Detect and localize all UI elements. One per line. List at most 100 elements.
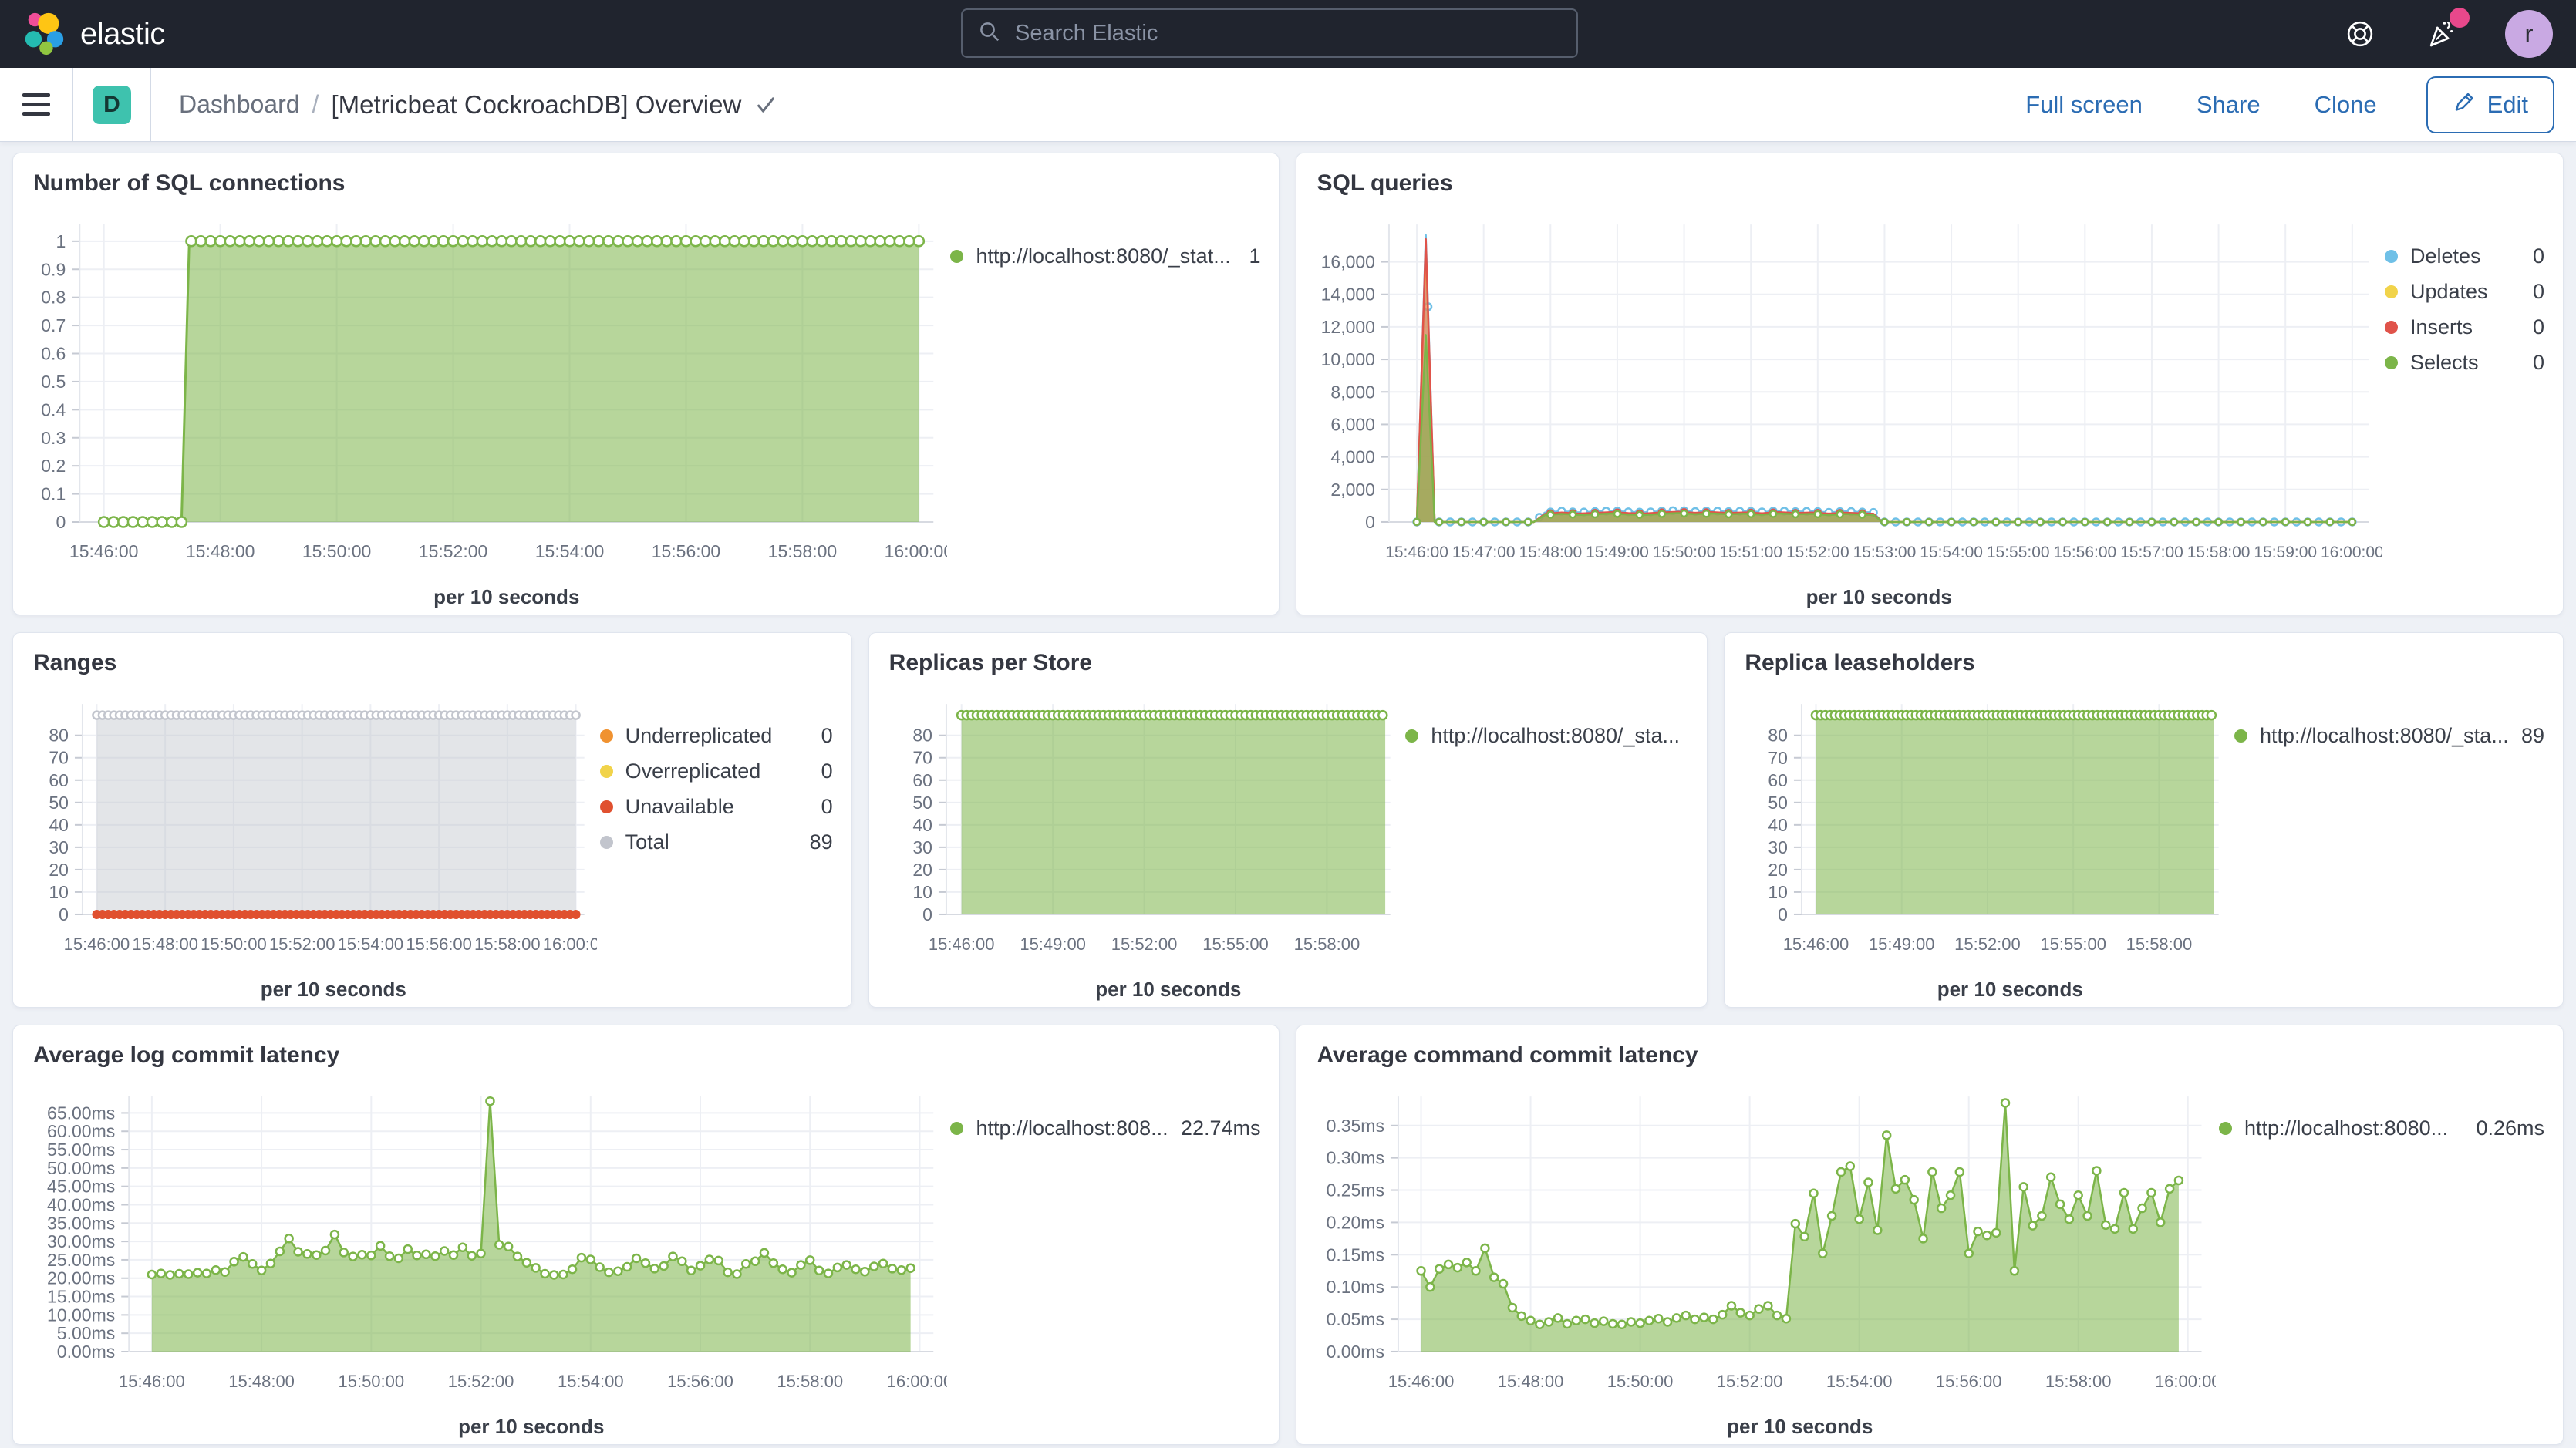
svg-text:15:51:00: 15:51:00 bbox=[1720, 544, 1783, 561]
svg-text:70: 70 bbox=[1768, 748, 1789, 768]
title-check-icon[interactable] bbox=[755, 94, 777, 116]
legend-dot-icon bbox=[600, 729, 613, 743]
legend-dot-icon bbox=[950, 1122, 963, 1135]
legend-label: Deletes bbox=[2410, 244, 2481, 268]
clone-button[interactable]: Clone bbox=[2310, 90, 2382, 120]
legend-dot-icon bbox=[2219, 1122, 2232, 1135]
svg-text:10: 10 bbox=[49, 882, 69, 902]
svg-text:15:50:00: 15:50:00 bbox=[339, 1372, 405, 1391]
replica-leaseholders-chart[interactable]: 15:46:0015:49:0015:52:0015:55:0015:58:00… bbox=[1725, 681, 2231, 1007]
svg-text:0.25ms: 0.25ms bbox=[1327, 1180, 1384, 1200]
svg-text:per 10 seconds: per 10 seconds bbox=[1806, 585, 1952, 608]
avg-log-commit-latency-chart[interactable]: 15:46:0015:48:0015:50:0015:52:0015:54:00… bbox=[13, 1073, 947, 1444]
panel-title: Replicas per Store bbox=[869, 633, 1708, 681]
svg-text:80: 80 bbox=[1768, 726, 1789, 746]
legend-value: 0 bbox=[2520, 315, 2544, 339]
svg-text:15:54:00: 15:54:00 bbox=[338, 934, 404, 954]
breadcrumb-separator: / bbox=[312, 90, 319, 119]
share-button[interactable]: Share bbox=[2192, 90, 2265, 120]
svg-text:15:54:00: 15:54:00 bbox=[1920, 544, 1984, 561]
svg-text:15:52:00: 15:52:00 bbox=[1111, 934, 1177, 954]
svg-text:55.00ms: 55.00ms bbox=[47, 1140, 115, 1160]
svg-text:15:52:00: 15:52:00 bbox=[448, 1372, 514, 1391]
legend-item[interactable]: http://localhost:8080/_sta...89 bbox=[2234, 718, 2544, 753]
legend-item[interactable]: Selects 0 bbox=[2385, 345, 2544, 380]
legend-dot-icon bbox=[2385, 321, 2398, 334]
cheer-news-icon[interactable] bbox=[2423, 15, 2460, 52]
legend-value: 0 bbox=[809, 759, 833, 783]
avg-command-commit-latency-chart[interactable]: 15:46:0015:48:0015:50:0015:52:0015:54:00… bbox=[1296, 1073, 2216, 1444]
svg-text:15:49:00: 15:49:00 bbox=[1869, 934, 1935, 954]
svg-text:60: 60 bbox=[912, 770, 932, 790]
legend-label: Unavailable bbox=[625, 795, 734, 819]
svg-text:15:53:00: 15:53:00 bbox=[1853, 544, 1917, 561]
svg-text:15:52:00: 15:52:00 bbox=[1717, 1372, 1783, 1391]
legend-label: Selects bbox=[2410, 351, 2479, 375]
breadcrumb-dashboard[interactable]: Dashboard bbox=[179, 90, 300, 119]
svg-text:1: 1 bbox=[56, 231, 66, 251]
legend-value: 0 bbox=[809, 795, 833, 819]
svg-text:16:00:00: 16:00:00 bbox=[887, 1372, 948, 1391]
legend-item[interactable]: http://localhost:8080/_stat...1 bbox=[950, 238, 1260, 274]
svg-text:15:50:00: 15:50:00 bbox=[302, 541, 372, 561]
svg-text:15:46:00: 15:46:00 bbox=[929, 934, 995, 954]
legend-item[interactable]: Total89 bbox=[600, 824, 833, 860]
legend-item[interactable]: http://localhost:8080...0.26ms bbox=[2219, 1110, 2544, 1146]
svg-text:0.5: 0.5 bbox=[41, 372, 66, 392]
legend-item[interactable]: Underreplicated0 bbox=[600, 718, 833, 753]
svg-text:15:46:00: 15:46:00 bbox=[64, 934, 130, 954]
global-search[interactable] bbox=[961, 8, 1578, 58]
user-avatar[interactable]: r bbox=[2505, 10, 2553, 58]
svg-text:15:56:00: 15:56:00 bbox=[406, 934, 472, 954]
svg-text:16:00:00: 16:00:00 bbox=[885, 541, 948, 561]
legend-item[interactable]: Deletes0 bbox=[2385, 238, 2544, 274]
svg-text:0.3: 0.3 bbox=[41, 428, 66, 448]
svg-text:0.4: 0.4 bbox=[41, 399, 66, 419]
legend-item[interactable]: http://localhost:8080/_sta...89 bbox=[1405, 718, 1688, 753]
legend-item[interactable]: Updates0 bbox=[2385, 274, 2544, 309]
legend-item[interactable]: http://localhost:808...22.74ms bbox=[950, 1110, 1260, 1146]
legend-item[interactable]: Unavailable 0 bbox=[600, 789, 833, 824]
svg-text:15:58:00: 15:58:00 bbox=[768, 541, 838, 561]
legend-dot-icon bbox=[600, 836, 613, 849]
svg-text:50: 50 bbox=[1768, 793, 1789, 813]
svg-text:15:49:00: 15:49:00 bbox=[1020, 934, 1086, 954]
sql-queries-chart[interactable]: 15:46:0015:47:0015:48:0015:49:0015:50:00… bbox=[1296, 201, 2382, 615]
panel-sql-connections: Number of SQL connections 15:46:0015:48:… bbox=[12, 153, 1280, 615]
svg-text:0.30ms: 0.30ms bbox=[1327, 1148, 1384, 1168]
svg-text:15:50:00: 15:50:00 bbox=[201, 934, 267, 954]
svg-text:40.00ms: 40.00ms bbox=[47, 1194, 115, 1214]
svg-text:0.7: 0.7 bbox=[41, 315, 66, 335]
edit-button[interactable]: Edit bbox=[2426, 76, 2554, 133]
panel-title: Number of SQL connections bbox=[13, 153, 1279, 201]
panel-title: Average command commit latency bbox=[1296, 1025, 2563, 1073]
svg-text:15:52:00: 15:52:00 bbox=[1955, 934, 2021, 954]
svg-text:15.00ms: 15.00ms bbox=[47, 1287, 115, 1307]
legend-item[interactable]: Overreplicated0 bbox=[600, 753, 833, 789]
sql-connections-chart[interactable]: 15:46:0015:48:0015:50:0015:52:0015:54:00… bbox=[13, 201, 947, 615]
svg-text:15:46:00: 15:46:00 bbox=[1388, 1372, 1455, 1391]
dashboard-toolbar: D Dashboard / [Metricbeat CockroachDB] O… bbox=[0, 68, 2576, 142]
help-icon[interactable] bbox=[2342, 15, 2379, 52]
full-screen-button[interactable]: Full screen bbox=[2021, 90, 2147, 120]
legend-value: 89 bbox=[797, 830, 833, 854]
panel-replicas-per-store: Replicas per Store 15:46:00 15:49:00 15:52… bbox=[868, 632, 1708, 1008]
svg-text:80: 80 bbox=[912, 726, 932, 746]
legend-value: 0 bbox=[2520, 280, 2544, 304]
breadcrumb: Dashboard / [Metricbeat CockroachDB] Ove… bbox=[179, 90, 777, 120]
notification-badge bbox=[2450, 8, 2470, 28]
svg-text:15:48:00: 15:48:00 bbox=[228, 1372, 295, 1391]
legend-item[interactable]: Inserts0 bbox=[2385, 309, 2544, 345]
svg-text:per 10 seconds: per 10 seconds bbox=[433, 585, 579, 608]
svg-text:70: 70 bbox=[49, 748, 69, 768]
svg-text:16,000: 16,000 bbox=[1321, 252, 1375, 272]
ranges-chart[interactable]: 15:46:0015:48:0015:50:0015:52:0015:54:00… bbox=[13, 681, 597, 1007]
search-input[interactable] bbox=[1013, 20, 1561, 47]
dashboard-app-badge: D bbox=[93, 86, 131, 124]
svg-text:20.00ms: 20.00ms bbox=[47, 1268, 115, 1288]
svg-text:15:58:00: 15:58:00 bbox=[2187, 544, 2251, 561]
svg-text:15:52:00: 15:52:00 bbox=[1786, 544, 1849, 561]
replicas-per-store-chart[interactable]: 15:46:0015:49:0015:52:0015:55:0015:58:00… bbox=[869, 681, 1403, 1007]
menu-icon[interactable] bbox=[22, 93, 50, 116]
legend-value: 0 bbox=[2520, 351, 2544, 375]
